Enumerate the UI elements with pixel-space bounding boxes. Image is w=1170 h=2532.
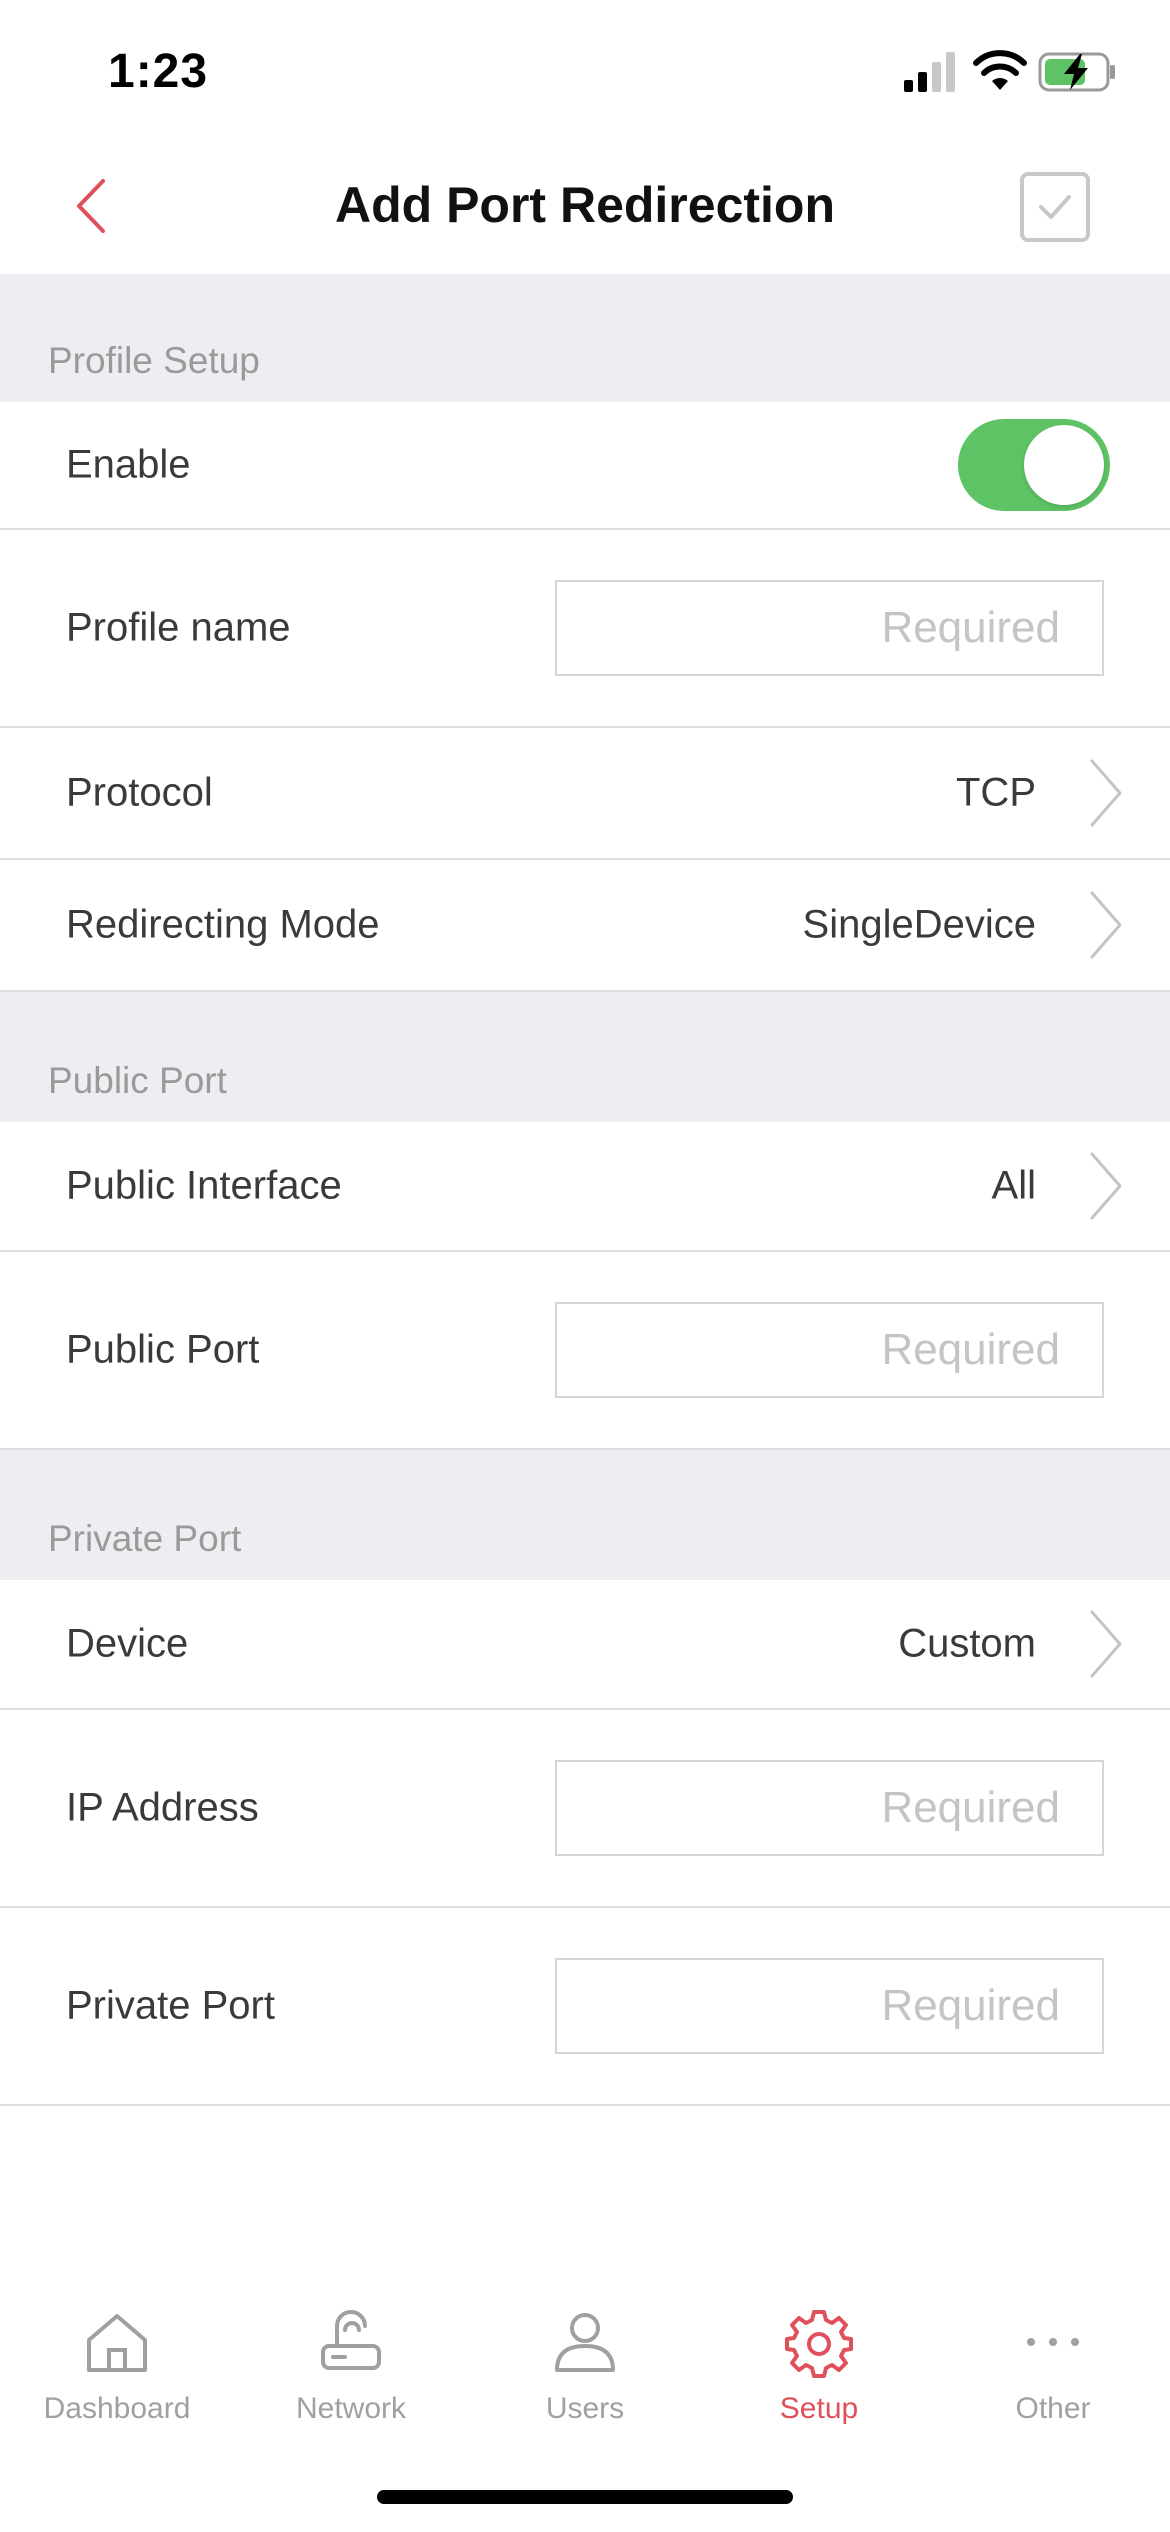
wifi-icon (973, 50, 1027, 90)
more-dots-icon (1027, 2338, 1079, 2346)
public-port-field[interactable] (557, 1304, 1102, 1396)
profile-name-field[interactable] (557, 582, 1102, 674)
chevron-right-icon (1090, 1610, 1122, 1678)
private-port-field-box (555, 1958, 1104, 2054)
checkbox-check-icon (1039, 195, 1071, 219)
toggle-knob (1024, 425, 1104, 505)
row-label: Protocol (66, 770, 213, 815)
page-title: Add Port Redirection (334, 177, 836, 233)
section-header-profile-setup: Profile Setup (0, 274, 1170, 402)
section-header-public-port: Public Port (0, 992, 1170, 1122)
signal-icon (904, 52, 955, 92)
ip-address-field-box (555, 1760, 1104, 1856)
device-row[interactable]: Device Custom (0, 1580, 1170, 1710)
section-title: Public Port (48, 1060, 227, 1101)
confirm-button[interactable] (1020, 172, 1090, 242)
section-title: Private Port (48, 1518, 242, 1559)
enable-row: Enable (0, 402, 1170, 530)
router-icon (321, 2310, 381, 2370)
tab-dashboard[interactable]: Dashboard (0, 2286, 234, 2436)
private-port-row: Private Port (0, 1908, 1170, 2106)
tab-users[interactable]: Users (468, 2286, 702, 2436)
row-label: Public Port (66, 1327, 260, 1372)
status-bar: 1:23 (0, 0, 1170, 140)
protocol-row[interactable]: Protocol TCP (0, 728, 1170, 860)
row-label: Device (66, 1621, 189, 1666)
tab-label: Users (545, 2392, 625, 2425)
row-label: Private Port (66, 1983, 275, 2028)
chevron-right-icon (1090, 1152, 1122, 1220)
profile-name-row: Profile name (0, 530, 1170, 728)
tab-label: Other (1015, 2392, 1091, 2425)
row-label: Profile name (66, 605, 291, 650)
ip-address-row: IP Address (0, 1710, 1170, 1908)
battery-charging-icon (1038, 52, 1115, 92)
tab-bar: Dashboard Network Users Setup Other (0, 2286, 1170, 2436)
row-value: Custom (898, 1621, 1036, 1666)
home-icon (87, 2314, 147, 2372)
nav-bar: Add Port Redirection (0, 140, 1170, 274)
enable-toggle[interactable] (958, 419, 1110, 511)
section-title: Profile Setup (48, 340, 260, 381)
tab-setup[interactable]: Setup (702, 2286, 936, 2436)
row-label: Redirecting Mode (66, 902, 380, 947)
row-value: All (991, 1163, 1036, 1208)
public-port-field-box (555, 1302, 1104, 1398)
row-value: TCP (956, 770, 1036, 815)
status-time: 1:23 (108, 45, 209, 98)
chevron-right-icon (1090, 891, 1122, 959)
home-indicator (377, 2490, 793, 2504)
user-icon (555, 2313, 615, 2372)
tab-label: Dashboard (43, 2392, 191, 2425)
row-label: Enable (66, 442, 191, 487)
public-interface-row[interactable]: Public Interface All (0, 1122, 1170, 1252)
tab-network[interactable]: Network (234, 2286, 468, 2436)
row-value: SingleDevice (802, 902, 1036, 947)
tab-label: Setup (779, 2392, 859, 2425)
row-label: IP Address (66, 1785, 259, 1830)
public-port-row: Public Port (0, 1252, 1170, 1450)
gear-icon (785, 2310, 853, 2378)
ip-address-field[interactable] (557, 1762, 1102, 1854)
section-header-private-port: Private Port (0, 1450, 1170, 1580)
redirecting-mode-row[interactable]: Redirecting Mode SingleDevice (0, 860, 1170, 992)
profile-name-field-box (555, 580, 1104, 676)
screen: 1:23 Add Port Redirection Profile Setup … (0, 0, 1170, 2532)
tab-label: Network (295, 2392, 407, 2425)
chevron-right-icon (1090, 759, 1122, 827)
tab-other[interactable]: Other (936, 2286, 1170, 2436)
row-label: Public Interface (66, 1163, 342, 1208)
private-port-field[interactable] (557, 1960, 1102, 2052)
